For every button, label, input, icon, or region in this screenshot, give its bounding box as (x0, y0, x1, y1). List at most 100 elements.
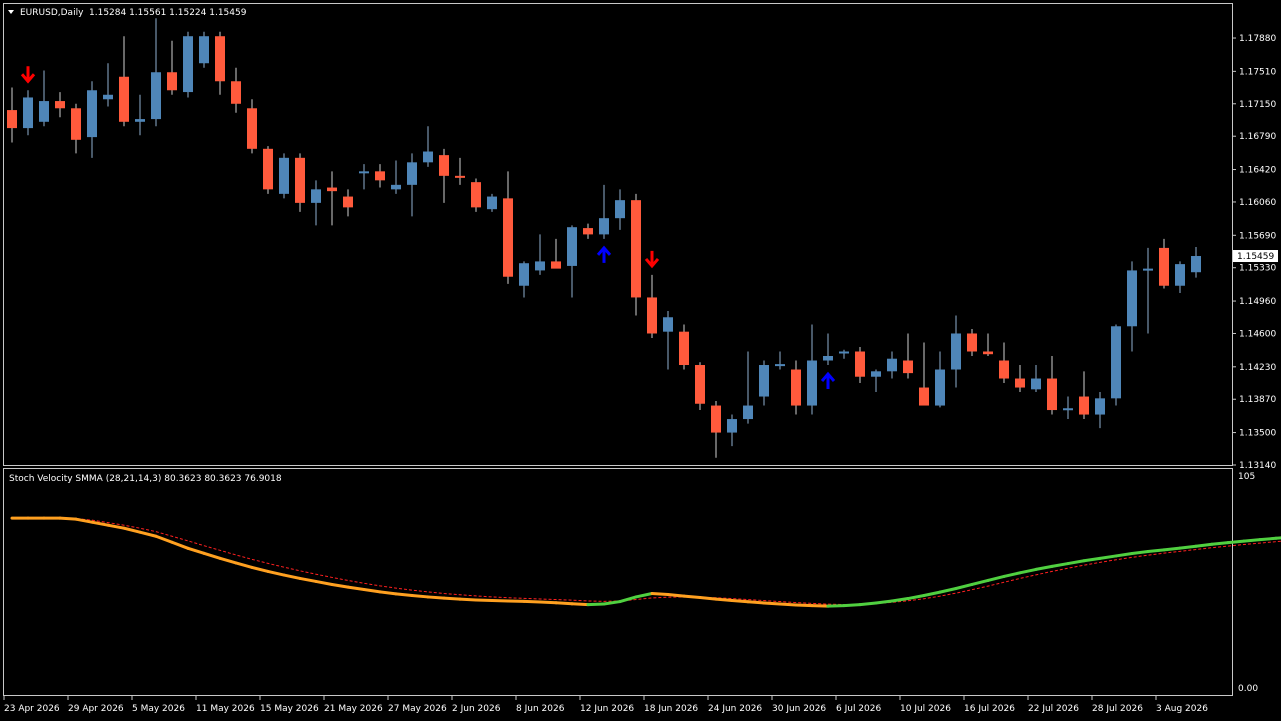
oscillator-segment (1066, 559, 1086, 566)
candle (103, 63, 113, 107)
candle (1047, 356, 1057, 415)
oscillator-segment (634, 592, 654, 599)
candle-body (263, 148, 273, 190)
candle (535, 234, 545, 275)
candle-body (519, 263, 529, 286)
oscillator-segment (1242, 538, 1262, 543)
price-label: 1.13870 (1239, 395, 1276, 405)
candle-body (743, 405, 753, 420)
price-label: 1.17510 (1239, 67, 1276, 77)
oscillator-segment (1162, 546, 1182, 552)
symbol-title: EURUSD,Daily (20, 8, 84, 18)
time-label: 18 Jun 2026 (644, 704, 698, 714)
oscillator-segment (602, 600, 622, 606)
ohlc-values: 1.15284 1.15561 1.15224 1.15459 (89, 8, 247, 18)
candle-body (7, 110, 17, 129)
price-label: 1.16790 (1239, 132, 1276, 142)
indicator-pane-frame (3, 468, 1233, 696)
candle-body (935, 369, 945, 406)
signal-line (12, 517, 1281, 606)
candle-body (407, 162, 417, 185)
oscillator-segment (1226, 539, 1246, 545)
candle (183, 31, 193, 98)
candle (71, 103, 81, 154)
candle-body (247, 108, 257, 149)
candle-body (1127, 270, 1137, 327)
oscillator-segment (202, 551, 222, 560)
candle (839, 349, 849, 359)
candle (599, 184, 609, 239)
candle (1159, 238, 1169, 289)
candle-body (535, 261, 545, 271)
candle-body (343, 196, 353, 208)
candle (999, 342, 1009, 384)
oscillator-segment (1018, 567, 1038, 575)
time-label: 8 Jun 2026 (516, 704, 565, 714)
oscillator-segment (58, 516, 78, 521)
candle-body (167, 72, 177, 91)
candle-body (999, 360, 1009, 379)
candle-body (807, 360, 817, 406)
oscillator-segment (106, 523, 126, 530)
time-label: 3 Aug 2026 (1156, 704, 1208, 714)
candle-body (439, 155, 449, 176)
oscillator-segment (90, 520, 110, 527)
candle-body (1079, 396, 1089, 415)
candle (215, 31, 225, 95)
candle-body (551, 261, 561, 269)
candle-body (375, 171, 385, 181)
candle (1143, 247, 1153, 334)
candle (871, 369, 881, 393)
candle (519, 261, 529, 298)
oscillator-segment (170, 540, 190, 550)
arrow-down-icon (20, 66, 36, 84)
candle (727, 414, 737, 447)
candle-body (151, 72, 161, 120)
time-label: 10 Jul 2026 (900, 704, 951, 714)
oscillator-segment (730, 599, 750, 604)
candle-body (967, 333, 977, 352)
oscillator-segment (458, 597, 478, 602)
oscillator-segment (330, 582, 350, 589)
price-label: 1.16420 (1239, 166, 1276, 176)
candle (199, 31, 209, 68)
candle (791, 360, 801, 415)
candle-body (711, 405, 721, 433)
candle-body (903, 360, 913, 374)
oscillator-segment (1082, 556, 1102, 563)
candle (167, 40, 177, 95)
candle (1191, 247, 1201, 278)
oscillator-segment (1114, 552, 1134, 558)
candle-body (311, 189, 321, 203)
oscillator-segment (842, 603, 862, 608)
candle-body (1095, 398, 1105, 415)
candle-body (23, 97, 33, 129)
oscillator-segment (618, 595, 638, 604)
price-label: 1.15690 (1239, 231, 1276, 241)
candle (823, 333, 833, 366)
oscillator-lines (10, 516, 1281, 608)
time-label: 28 Jul 2026 (1092, 704, 1143, 714)
chart-window[interactable]: EURUSD,Daily 1.15284 1.15561 1.15224 1.1… (0, 0, 1281, 721)
oscillator-segment (906, 594, 926, 601)
candle-body (455, 175, 465, 178)
candle-body (759, 365, 769, 397)
oscillator-segment (314, 579, 334, 586)
dropdown-triangle-icon[interactable] (8, 10, 14, 14)
candle-body (391, 184, 401, 190)
candle-body (1063, 408, 1073, 411)
candle-body (791, 369, 801, 406)
candle (759, 360, 769, 406)
candle-body (119, 76, 129, 122)
price-label: 1.17150 (1239, 100, 1276, 110)
candle (391, 160, 401, 194)
candle (983, 333, 993, 357)
time-label: 15 May 2026 (260, 704, 319, 714)
candle (567, 225, 577, 298)
time-label: 27 May 2026 (388, 704, 447, 714)
indicator-title: Stoch Velocity SMMA (28,21,14,3) 80.3623… (9, 474, 282, 484)
time-label: 11 May 2026 (196, 704, 255, 714)
svg-text:1.15459: 1.15459 (1237, 252, 1274, 262)
candle (1031, 365, 1041, 393)
time-label: 16 Jul 2026 (964, 704, 1015, 714)
